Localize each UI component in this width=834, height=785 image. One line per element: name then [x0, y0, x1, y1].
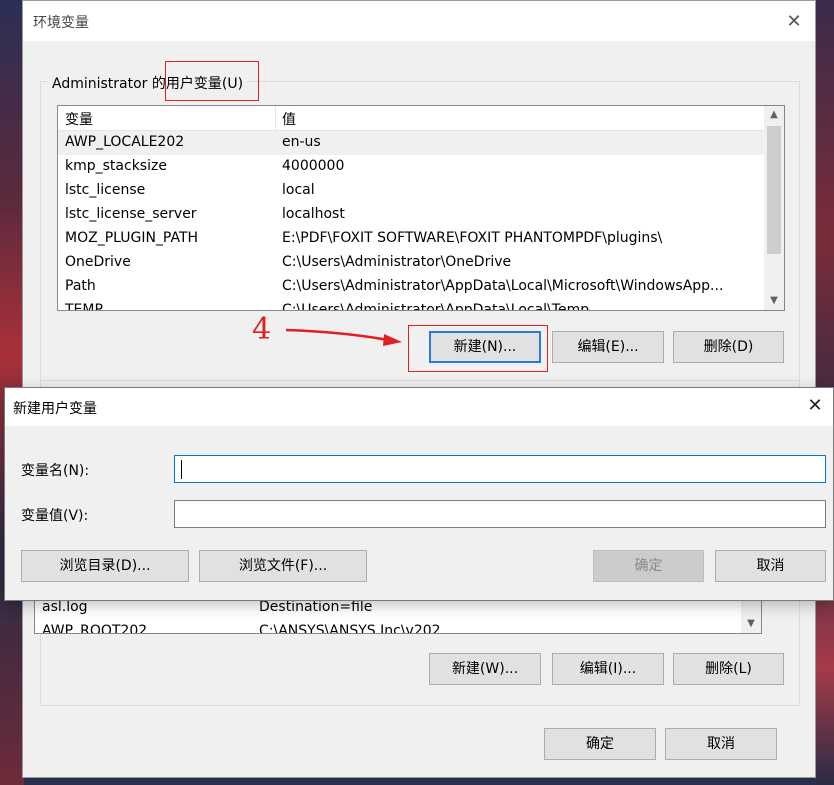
variable-name: lstc_license	[65, 182, 146, 198]
delete-system-variable-button[interactable]: 删除(L)	[673, 653, 784, 685]
variable-value-label: 变量值(V):	[21, 508, 89, 524]
system-variables-list[interactable]: asl.log Destination=file AWP_ROOT202 C:\…	[34, 596, 762, 634]
variable-name: AWP_LOCALE202	[65, 134, 185, 150]
column-separator[interactable]	[275, 106, 276, 130]
variable-name: Path	[65, 278, 96, 294]
browse-directory-button[interactable]: 浏览目录(D)...	[21, 550, 189, 582]
vertical-scrollbar[interactable]: ▲ ▼	[764, 106, 784, 310]
main-cancel-button[interactable]: 取消	[665, 728, 777, 760]
variable-name: asl.log	[42, 599, 88, 615]
text-caret	[181, 460, 182, 479]
table-row[interactable]: TEMP C:\Users\Administrator\AppData\Loca…	[58, 299, 764, 311]
edit-system-variable-button[interactable]: 编辑(I)...	[552, 653, 664, 685]
variable-value: C:\Users\Administrator\OneDrive	[282, 254, 512, 270]
annotation-arrow-icon	[285, 328, 402, 346]
variable-value: 4000000	[282, 158, 345, 174]
variable-value: C:\Users\Administrator\AppData\Local\Tem…	[282, 302, 590, 311]
user-variables-list[interactable]: 变量 值 AWP_LOCALE202 en-us kmp_stacksize 4…	[57, 105, 785, 311]
step-number-annotation: 4	[252, 312, 272, 347]
dialog-ok-button[interactable]: 确定	[593, 550, 704, 582]
variable-name: OneDrive	[65, 254, 131, 270]
new-user-variable-dialog: 新建用户变量 ✕ 变量名(N): 变量值(V): 浏览目录(D)... 浏览文件…	[4, 387, 834, 601]
browse-file-button[interactable]: 浏览文件(F)...	[199, 550, 367, 582]
variable-name: MOZ_PLUGIN_PATH	[65, 230, 199, 246]
edit-user-variable-button[interactable]: 编辑(E)...	[552, 331, 664, 363]
window-close-icon[interactable]: ✕	[781, 9, 807, 35]
scroll-up-icon[interactable]: ▲	[764, 106, 784, 124]
variable-name: lstc_license_server	[65, 206, 197, 222]
variable-name: AWP_ROOT202	[42, 623, 148, 634]
list-header: 变量 值	[58, 106, 764, 131]
scroll-thumb[interactable]	[767, 126, 781, 254]
variable-name-input[interactable]	[174, 455, 826, 483]
table-row[interactable]: OneDrive C:\Users\Administrator\OneDrive	[58, 251, 764, 275]
window-titlebar[interactable]: 环境变量 ✕	[23, 1, 815, 41]
variable-value: localhost	[282, 206, 345, 222]
variable-value: C:\ANSYS\ANSYS Inc\v202	[259, 623, 441, 634]
new-system-variable-button[interactable]: 新建(W)...	[429, 653, 541, 685]
table-row[interactable]: MOZ_PLUGIN_PATH E:\PDF\FOXIT SOFTWARE\FO…	[58, 227, 764, 251]
variable-value-input[interactable]	[174, 500, 826, 528]
table-row[interactable]: lstc_license local	[58, 179, 764, 203]
table-row[interactable]: AWP_ROOT202 C:\ANSYS\ANSYS Inc\v202	[35, 620, 741, 634]
delete-user-variable-button[interactable]: 删除(D)	[673, 331, 784, 363]
variable-name-label: 变量名(N):	[21, 463, 90, 479]
scroll-down-icon[interactable]: ▼	[764, 292, 784, 310]
dialog-close-icon[interactable]: ✕	[803, 394, 827, 418]
user-variables-label-prefix: Administrator 的	[52, 76, 166, 92]
table-row[interactable]: kmp_stacksize 4000000	[58, 155, 764, 179]
variable-value: C:\Users\Administrator\AppData\Local\Mic…	[282, 278, 724, 294]
variable-name-field[interactable]	[175, 456, 825, 482]
column-header-value[interactable]: 值	[282, 109, 296, 129]
variable-name: kmp_stacksize	[65, 158, 167, 174]
variable-value: Destination=file	[259, 599, 373, 615]
variable-value: local	[282, 182, 315, 198]
dialog-cancel-button[interactable]: 取消	[715, 550, 826, 582]
main-ok-button[interactable]: 确定	[544, 728, 656, 760]
variable-name: TEMP	[65, 302, 103, 311]
table-row[interactable]: Path C:\Users\Administrator\AppData\Loca…	[58, 275, 764, 299]
system-vertical-scrollbar[interactable]: ▼	[741, 596, 761, 633]
column-header-variable[interactable]: 变量	[65, 109, 93, 129]
dialog-titlebar[interactable]: 新建用户变量 ✕	[5, 388, 833, 426]
highlight-box-user-variables	[165, 61, 259, 101]
scroll-down-icon[interactable]: ▼	[741, 615, 761, 633]
dialog-title: 新建用户变量	[13, 401, 97, 417]
table-row[interactable]: AWP_LOCALE202 en-us	[58, 131, 764, 155]
variable-value: en-us	[282, 134, 321, 150]
variable-value: E:\PDF\FOXIT SOFTWARE\FOXIT PHANTOMPDF\p…	[282, 230, 663, 246]
highlight-box-new-button	[408, 325, 548, 372]
window-title: 环境变量	[33, 15, 89, 31]
variable-value-field[interactable]	[175, 501, 825, 527]
table-row[interactable]: lstc_license_server localhost	[58, 203, 764, 227]
